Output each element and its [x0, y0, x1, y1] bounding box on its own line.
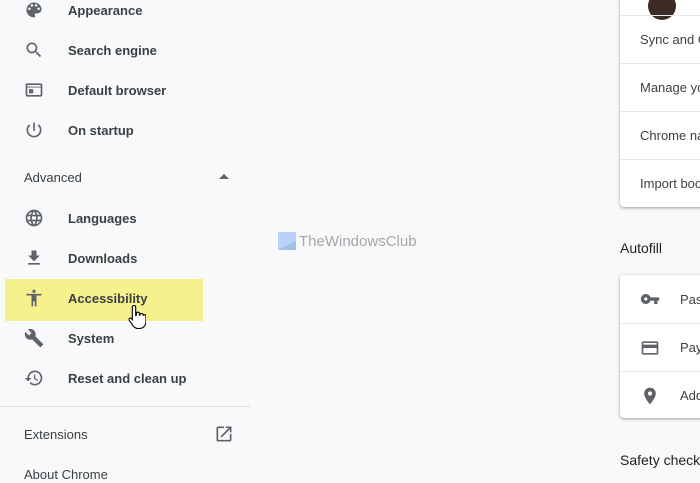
wrench-icon — [24, 328, 44, 348]
sidebar-item-on-startup[interactable]: On startup — [0, 110, 250, 150]
power-icon — [24, 120, 44, 140]
row-label: Chrome na — [640, 128, 700, 143]
hand-pointer-cursor-icon — [128, 304, 147, 330]
sidebar-item-accessibility[interactable]: Accessibility — [0, 278, 250, 318]
history-icon — [24, 368, 44, 388]
advanced-label: Advanced — [24, 169, 82, 185]
palette-icon — [24, 0, 44, 20]
sidebar-divider — [0, 406, 250, 407]
sidebar-item-label: Languages — [68, 210, 137, 226]
browser-window-icon — [24, 80, 44, 100]
you-and-google-card: Sync and G Manage yo Chrome na Import bo… — [620, 0, 700, 207]
search-icon — [24, 40, 44, 60]
sidebar-item-label: Reset and clean up — [68, 370, 187, 386]
sidebar-item-appearance[interactable]: Appearance — [0, 0, 250, 30]
sidebar-item-default-browser[interactable]: Default browser — [0, 70, 250, 110]
sidebar-item-extensions[interactable]: Extensions — [0, 414, 250, 454]
sidebar-item-label: On startup — [68, 122, 134, 138]
sidebar-item-system[interactable]: System — [0, 318, 250, 358]
sidebar-item-label: Downloads — [68, 250, 138, 266]
safety-check-title: Safety check — [620, 452, 700, 468]
autofill-title: Autofill — [620, 240, 663, 256]
autofill-card: Pas Pay Add — [620, 275, 700, 418]
about-chrome-label: About Chrome — [24, 466, 108, 482]
download-icon — [24, 248, 44, 268]
row-label: Import boo — [640, 176, 700, 191]
thewindowsclub-watermark: TheWindowsClub — [278, 232, 417, 250]
row-label: Add — [680, 388, 700, 403]
manage-google-account-row[interactable]: Manage yo — [620, 63, 700, 111]
row-label: Pas — [680, 291, 700, 307]
import-bookmarks-row[interactable]: Import boo — [620, 159, 700, 207]
addresses-row[interactable]: Add — [620, 371, 700, 418]
sidebar-item-about-chrome[interactable]: About Chrome — [0, 454, 250, 483]
row-label: Pay — [680, 340, 700, 355]
sidebar-item-downloads[interactable]: Downloads — [0, 238, 250, 278]
open-in-new-icon — [214, 424, 234, 444]
sync-row[interactable]: Sync and G — [620, 15, 700, 63]
row-label: Manage yo — [640, 80, 700, 95]
accessibility-icon — [24, 288, 44, 308]
caret-up-icon — [219, 174, 229, 179]
location-pin-icon — [640, 386, 660, 406]
credit-card-icon — [640, 338, 660, 358]
settings-sidebar: Appearance Search engine Default browser… — [0, 0, 250, 483]
sidebar-item-reset[interactable]: Reset and clean up — [0, 358, 250, 398]
passwords-row[interactable]: Pas — [620, 275, 700, 323]
globe-icon — [24, 208, 44, 228]
chrome-settings-page: Appearance Search engine Default browser… — [0, 0, 700, 483]
sidebar-item-label: System — [68, 330, 115, 346]
chrome-name-and-picture-row[interactable]: Chrome na — [620, 111, 700, 159]
row-label: Sync and G — [640, 32, 700, 47]
key-icon — [640, 289, 660, 309]
extensions-label: Extensions — [24, 426, 88, 442]
payment-methods-row[interactable]: Pay — [620, 323, 700, 371]
sidebar-item-search-engine[interactable]: Search engine — [0, 30, 250, 70]
advanced-section-toggle[interactable]: Advanced — [0, 157, 250, 197]
sidebar-item-label: Default browser — [68, 82, 167, 98]
watermark-text: TheWindowsClub — [299, 232, 417, 250]
sidebar-item-label: Search engine — [68, 42, 157, 58]
sidebar-item-languages[interactable]: Languages — [0, 198, 250, 238]
sidebar-item-label: Appearance — [68, 2, 143, 18]
watermark-logo-icon — [278, 232, 296, 250]
